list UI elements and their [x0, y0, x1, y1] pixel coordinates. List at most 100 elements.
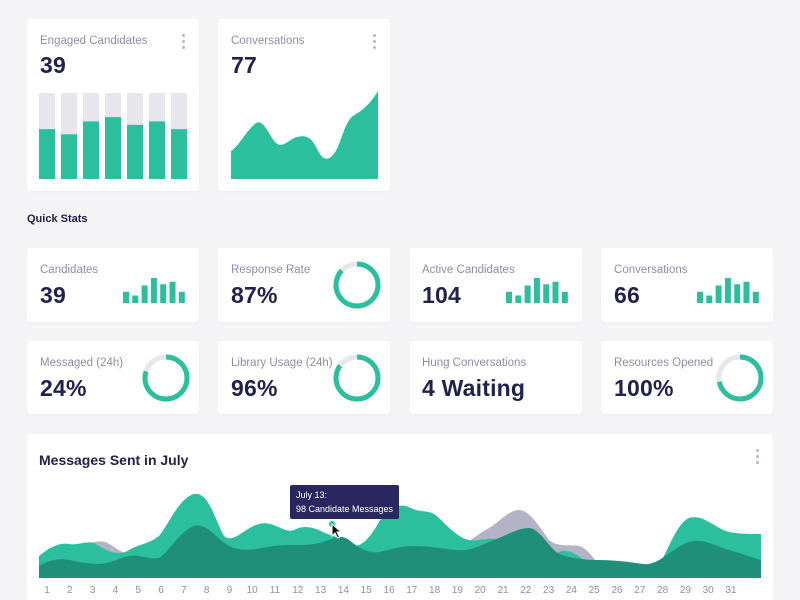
- x-tick-label: 17: [406, 585, 418, 596]
- bar: [83, 121, 99, 179]
- mini-bar: [533, 278, 540, 303]
- mini-bar: [515, 295, 522, 303]
- mini-bar: [123, 291, 129, 303]
- stat-card-resources-opened[interactable]: Resources Opened 100%: [601, 341, 773, 414]
- x-tick-label: 26: [611, 585, 623, 596]
- x-tick-label: 4: [113, 585, 119, 596]
- x-tick-label: 16: [383, 585, 395, 596]
- mini-bar: [506, 291, 512, 303]
- stat-card-hung-conversations[interactable]: Hung Conversations 4 Waiting: [410, 341, 582, 414]
- x-tick-label: 14: [338, 585, 350, 596]
- library-usage-donut: [333, 354, 381, 402]
- quick-stats-title: Quick Stats: [27, 213, 88, 225]
- stat-card-library-usage[interactable]: Library Usage (24h) 96%: [218, 341, 390, 414]
- stat-card-active-candidates[interactable]: Active Candidates 104: [410, 248, 582, 322]
- x-tick-label: 5: [135, 585, 141, 596]
- stat-label: Messaged (24h): [40, 357, 124, 369]
- stat-label: Active Candidates: [422, 264, 515, 276]
- x-tick-label: 27: [634, 585, 646, 596]
- stat-card-candidates[interactable]: Candidates 39: [27, 248, 199, 322]
- stat-label: Library Usage (24h): [231, 357, 333, 369]
- engaged-candidates-value: 39: [40, 52, 66, 78]
- x-tick-label: 3: [90, 585, 96, 596]
- chart-tooltip: July 13: 98 Candidate Messages: [290, 485, 400, 519]
- mini-bar: [552, 281, 559, 303]
- bar: [105, 117, 121, 179]
- x-tick-label: 7: [181, 585, 187, 596]
- stat-card-messaged[interactable]: Messaged (24h) 24%: [27, 341, 199, 414]
- donut-arc: [333, 261, 381, 309]
- stat-value: 104: [422, 282, 461, 308]
- stat-card-response-rate[interactable]: Response Rate 87%: [218, 248, 390, 322]
- bar: [149, 121, 165, 179]
- x-tick-label: 15: [361, 585, 373, 596]
- messages-chart-card: Messages Sent in July 1 2 3 4 5 6 7 8 9 10 11 12 13 1…: [27, 434, 773, 600]
- x-tick-label: 25: [589, 585, 601, 596]
- conversations-label: Conversations: [231, 35, 305, 47]
- x-tick-label: 28: [657, 585, 669, 596]
- x-tick-label: 6: [158, 585, 164, 596]
- stat-label: Response Rate: [231, 264, 311, 276]
- mini-bar: [752, 291, 759, 303]
- mini-bar: [724, 278, 731, 303]
- engaged-candidates-bar-chart: [39, 93, 187, 179]
- x-tick-label: 13: [315, 585, 327, 596]
- mini-bar: [697, 291, 703, 303]
- x-tick-label: 21: [497, 585, 509, 596]
- stat-label: Conversations: [614, 264, 688, 276]
- bar: [127, 124, 143, 179]
- mini-bar: [132, 295, 139, 303]
- more-options-icon[interactable]: [373, 34, 377, 50]
- more-options-icon[interactable]: [756, 449, 760, 465]
- bar: [61, 134, 77, 179]
- mini-bar: [734, 284, 741, 303]
- stat-label: Resources Opened: [614, 357, 714, 369]
- x-axis-ticks: 1 2 3 4 5 6 7 8 9 10 11 12 13 14 15 16 17 18 19 20 21 22 23 24 2…: [44, 585, 737, 596]
- tooltip-value: 98 Candidate Messages: [296, 504, 394, 514]
- x-tick-label: 2: [67, 585, 73, 596]
- x-tick-label: 22: [520, 585, 532, 596]
- response-rate-donut: [333, 261, 381, 309]
- mini-bar: [706, 295, 713, 303]
- stat-value: 87%: [231, 282, 278, 308]
- candidates-mini-bar-chart: [123, 278, 185, 303]
- x-tick-label: 31: [725, 585, 737, 596]
- x-tick-label: 29: [680, 585, 692, 596]
- messages-chart-title: Messages Sent in July: [39, 452, 189, 468]
- more-options-icon[interactable]: [182, 34, 186, 50]
- bar: [39, 129, 55, 179]
- x-tick-label: 11: [270, 585, 281, 596]
- x-tick-label: 19: [452, 585, 464, 596]
- conversations-card: Conversations 77: [218, 19, 390, 191]
- mini-bar: [150, 278, 157, 303]
- x-tick-label: 24: [566, 585, 578, 596]
- mouse-cursor-icon: [331, 522, 343, 539]
- x-tick-label: 8: [204, 585, 210, 596]
- messaged-donut: [142, 354, 190, 402]
- stat-value: 24%: [40, 375, 87, 401]
- messages-area-chart[interactable]: [39, 488, 761, 578]
- stat-label: Hung Conversations: [422, 357, 527, 369]
- mini-bar: [169, 281, 176, 303]
- bar: [171, 129, 187, 179]
- stat-value: 39: [40, 282, 66, 308]
- conversations-area: [231, 91, 378, 179]
- x-tick-label: 18: [429, 585, 441, 596]
- x-tick-label: 10: [247, 585, 259, 596]
- mini-bar: [141, 285, 148, 303]
- stat-value: 96%: [231, 375, 278, 401]
- conversations-mini-bar-chart: [697, 278, 759, 303]
- conversations-value: 77: [231, 52, 257, 78]
- stat-value: 100%: [614, 375, 674, 401]
- stat-value: 4 Waiting: [422, 375, 526, 401]
- resources-opened-donut: [716, 354, 764, 402]
- active-candidates-mini-bar-chart: [506, 278, 568, 303]
- stat-card-conversations[interactable]: Conversations 66: [601, 248, 773, 322]
- x-tick-label: 20: [475, 585, 487, 596]
- x-tick-label: 9: [227, 585, 233, 596]
- x-tick-label: 1: [44, 585, 50, 596]
- mini-bar: [715, 285, 722, 303]
- mini-bar: [524, 285, 531, 303]
- conversations-area-chart: [231, 91, 378, 179]
- mini-bar: [178, 291, 185, 303]
